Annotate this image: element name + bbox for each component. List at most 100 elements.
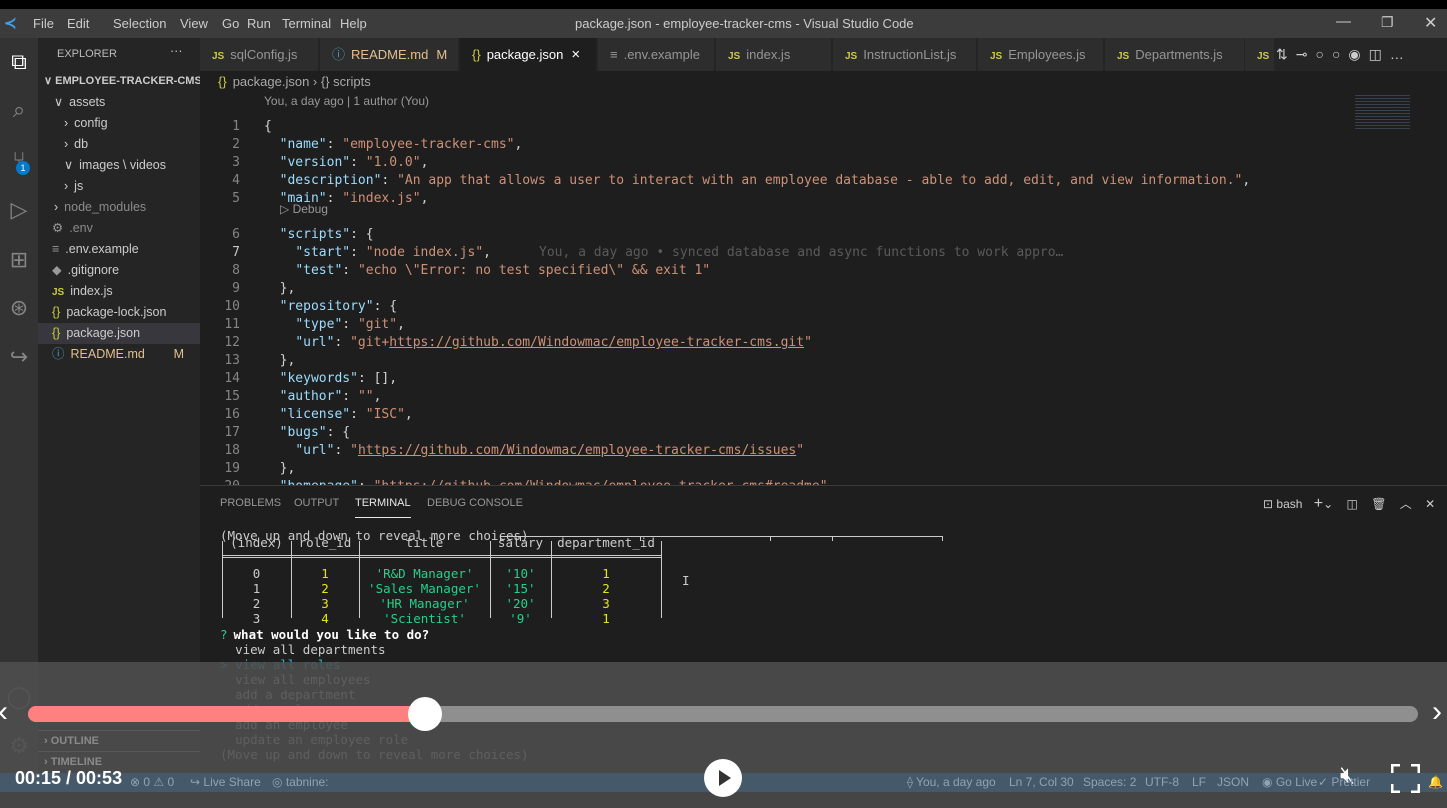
explorer-item[interactable]: {} package-lock.json	[38, 302, 200, 323]
breadcrumb-section[interactable]: scripts	[333, 74, 371, 89]
outline-section[interactable]: › OUTLINE	[38, 730, 200, 751]
previous-chevron-icon[interactable]: ‹	[0, 697, 8, 727]
problems-status[interactable]: ⊗ 0 ⚠ 0	[130, 775, 174, 789]
go-back-icon[interactable]: ⊸	[1296, 46, 1316, 62]
code-token: ,	[404, 407, 413, 422]
explorer-item[interactable]: ∨ images \ videos	[38, 155, 200, 176]
tab-readme-md[interactable]: ⓘ README.md M	[320, 38, 459, 71]
tab-departments-js[interactable]: JS Departments.js	[1105, 38, 1245, 71]
code-token: "keywords"	[279, 371, 358, 386]
code-token: },	[264, 281, 296, 296]
tab--env-example[interactable]: ≡ .env.example	[598, 38, 715, 71]
menu-terminal[interactable]: Terminal	[282, 16, 331, 31]
panel-tab-output[interactable]: OUTPUT	[294, 497, 339, 509]
panel-tab-debug-console[interactable]: DEBUG CONSOLE	[427, 497, 523, 509]
previous-change-icon[interactable]: ○	[1315, 46, 1331, 62]
terminal-shell-select[interactable]: bash	[1276, 497, 1302, 511]
encoding[interactable]: UTF-8	[1145, 775, 1179, 789]
more-actions-icon[interactable]: …	[1390, 46, 1412, 62]
explorer-item[interactable]: › db	[38, 134, 200, 155]
next-change-icon[interactable]: ○	[1332, 46, 1348, 62]
git-lens-icon[interactable]: ◉	[1348, 46, 1368, 62]
panel-tab-terminal[interactable]: TERMINAL	[355, 497, 411, 518]
code-editor[interactable]: {} package.json › {} scripts You, a day a…	[200, 71, 1447, 494]
table-header: department_id	[557, 535, 655, 550]
explorer-item[interactable]: ⚙ .env	[38, 218, 200, 239]
menu-run[interactable]: Run	[247, 16, 271, 31]
close-panel-icon[interactable]: ✕	[1425, 497, 1435, 511]
live-share-status[interactable]: ↪ Live Share	[190, 775, 261, 789]
breadcrumb-file[interactable]: package.json	[233, 74, 310, 89]
split-terminal-icon[interactable]: ◫	[1347, 497, 1358, 511]
code-token: ,	[483, 245, 491, 260]
video-time: 00:15 / 00:53	[15, 768, 123, 788]
explorer-item[interactable]: › node_modules	[38, 197, 200, 218]
explorer-item[interactable]: JS index.js	[38, 281, 200, 302]
restore-button[interactable]: ❐	[1381, 14, 1394, 31]
code-token: :	[381, 173, 398, 188]
search-icon[interactable]: ⌕	[5, 96, 33, 124]
explorer-item[interactable]: ∨ assets	[38, 92, 200, 113]
split-editor-icon[interactable]: ◫	[1369, 46, 1390, 62]
explorer-item[interactable]: ◆ .gitignore	[38, 260, 200, 281]
notifications-bell-icon[interactable]: 🔔	[1428, 775, 1443, 789]
close-tab-icon[interactable]: ×	[571, 46, 580, 63]
menu-edit[interactable]: Edit	[67, 16, 89, 31]
eol[interactable]: LF	[1192, 775, 1206, 789]
code-line: {	[264, 119, 272, 134]
tab-sqlconfig-js[interactable]: JS sqlConfig.js	[200, 38, 319, 71]
terminal-shell-icon: ⊡	[1263, 497, 1274, 511]
play-button[interactable]	[704, 759, 742, 797]
kill-terminal-icon[interactable]: 🗑	[1371, 497, 1386, 511]
line-number: 8	[232, 263, 240, 278]
blame-status[interactable]: ⟠ You, a day ago	[907, 775, 996, 789]
git-graph-icon[interactable]: ⊛	[5, 294, 33, 322]
code-line: "url": "git+https://github.com/Windowmac…	[264, 335, 812, 350]
tab-overflow[interactable]: JS	[1245, 38, 1275, 71]
explorer-icon[interactable]: ⧉	[5, 48, 33, 76]
tab-index-js[interactable]: JS index.js	[716, 38, 832, 71]
explorer-item[interactable]: › config	[38, 113, 200, 134]
tabnine-status[interactable]: ◎ tabnine:	[272, 775, 329, 789]
codelens-blame[interactable]: You, a day ago | 1 author (You)	[264, 94, 429, 108]
explorer-item[interactable]: ⓘ README.md M	[38, 344, 200, 365]
terminal-dropdown-icon[interactable]: ⌄	[1323, 497, 1333, 511]
extensions-icon[interactable]: ⊞	[5, 246, 33, 274]
menu-file[interactable]: File	[33, 16, 54, 31]
menu-selection[interactable]: Selection	[113, 16, 166, 31]
workspace-root[interactable]: ∨ EMPLOYEE-TRACKER-CMS	[38, 71, 202, 92]
explorer-item[interactable]: {} package.json	[38, 323, 200, 344]
chevron-right-icon: ›	[64, 137, 69, 151]
tab-employees-js[interactable]: JS Employees.js	[978, 38, 1104, 71]
menu-go[interactable]: Go	[222, 16, 239, 31]
explorer-item[interactable]: › js	[38, 176, 200, 197]
language-mode[interactable]: JSON	[1217, 775, 1249, 789]
tab-instructionlist-js[interactable]: JS InstructionList.js	[833, 38, 977, 71]
close-window-button[interactable]: ✕	[1424, 13, 1437, 33]
next-chevron-icon[interactable]: ›	[1432, 697, 1442, 727]
minimap[interactable]	[1355, 93, 1410, 129]
code-token: :	[342, 389, 358, 404]
fullscreen-button[interactable]	[1390, 763, 1421, 794]
open-changes-icon[interactable]: ⇅	[1276, 46, 1296, 62]
explorer-item-label: js	[74, 179, 84, 193]
maximize-panel-icon[interactable]: ︿	[1400, 497, 1412, 511]
explorer-more-button[interactable]: ···	[170, 44, 183, 58]
new-terminal-button[interactable]: +	[1314, 495, 1323, 512]
panel-tab-problems[interactable]: PROBLEMS	[220, 497, 281, 509]
live-share-icon[interactable]: ↪	[5, 343, 33, 371]
indentation[interactable]: Spaces: 2	[1083, 775, 1136, 789]
minimize-button[interactable]: —	[1336, 13, 1351, 30]
cursor-position[interactable]: Ln 7, Col 30	[1009, 775, 1074, 789]
menu-help[interactable]: Help	[340, 16, 367, 31]
explorer-item[interactable]: ≡ .env.example	[38, 239, 200, 260]
table-cell: 1	[321, 566, 329, 581]
tab-package-json[interactable]: {} package.json ×	[460, 38, 597, 71]
debug-codelens[interactable]: ▷ Debug	[280, 202, 328, 216]
prettier-status[interactable]: ✓ Prettier	[1318, 775, 1370, 789]
go-live-status[interactable]: ◉ Go Live	[1262, 775, 1317, 789]
code-line: "license": "ISC",	[264, 407, 413, 422]
run-debug-icon[interactable]: ▷	[5, 196, 33, 224]
menu-view[interactable]: View	[180, 16, 208, 31]
